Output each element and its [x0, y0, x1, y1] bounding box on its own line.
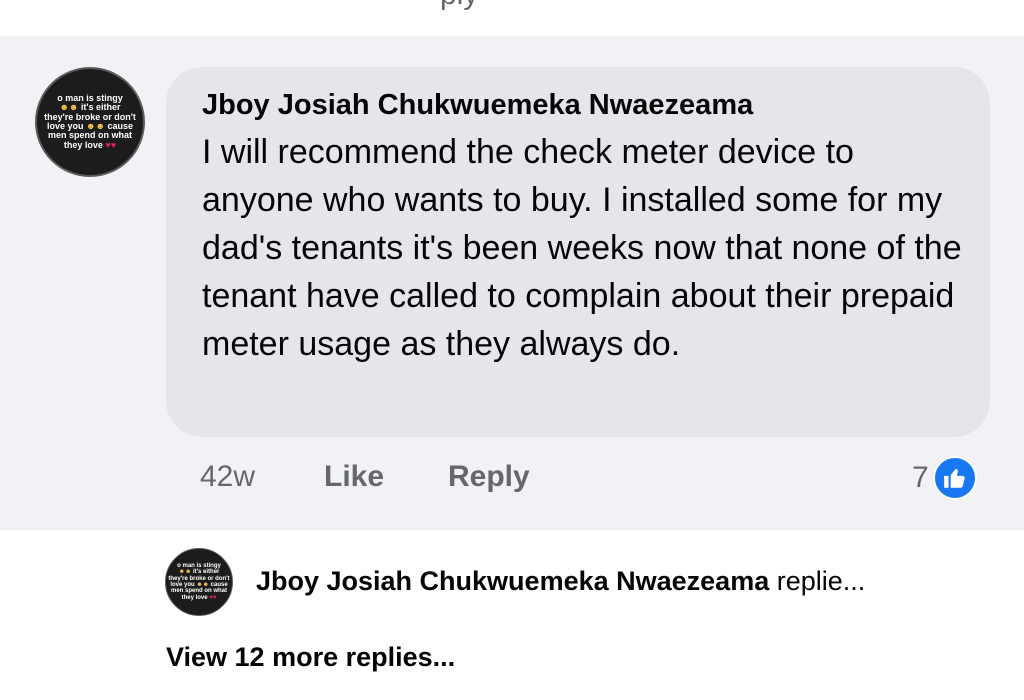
reply-avatar[interactable]: o man is stingy ☻☻ it's either they're b… — [165, 548, 233, 616]
comment-text: I will recommend the check meter device … — [202, 133, 962, 363]
previous-comment-cutoff: ply — [0, 0, 1024, 36]
reply-author: Jboy Josiah Chukwuemeka Nwaezeama — [256, 566, 770, 596]
reply-preview[interactable]: Jboy Josiah Chukwuemeka Nwaezeama replie… — [256, 566, 865, 597]
comment-bubble: Jboy Josiah Chukwuemeka Nwaezeama I will… — [166, 67, 990, 437]
avatar-text-line: they love ♥♥ — [63, 139, 117, 150]
like-button[interactable]: Like — [324, 460, 384, 494]
reply-action-text: replie... — [776, 566, 866, 596]
reaction-count: 7 — [912, 461, 929, 494]
comment-timestamp[interactable]: 42w — [200, 460, 255, 494]
avatar-text-line: they love ♥♥ — [181, 594, 217, 601]
view-more-replies-link[interactable]: View 12 more replies... — [166, 642, 455, 673]
thumbs-up-icon — [932, 456, 977, 500]
reaction-summary[interactable]: 7 — [912, 456, 977, 500]
avatar[interactable]: o man is stingy ☻☻ it's either they're b… — [35, 67, 145, 177]
cutoff-reply-text: ply — [440, 0, 478, 12]
comment-author[interactable]: Jboy Josiah Chukwuemeka Nwaezeama — [202, 89, 954, 122]
reply-button[interactable]: Reply — [448, 460, 530, 494]
